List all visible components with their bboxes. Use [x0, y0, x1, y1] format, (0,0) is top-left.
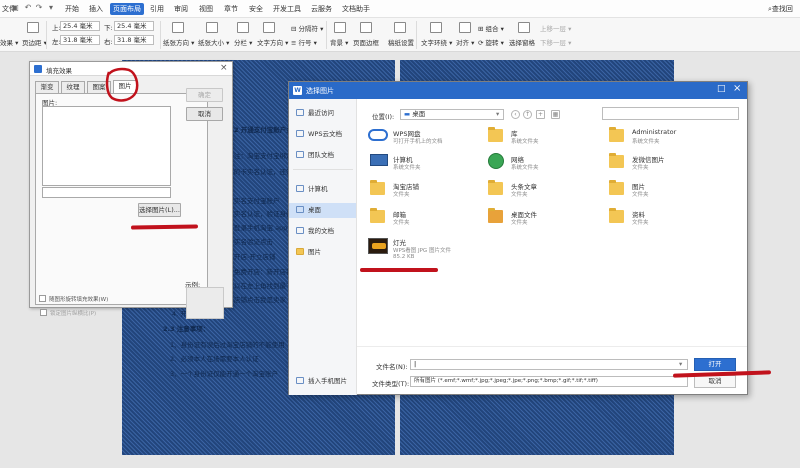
annotation-overlay — [105, 67, 139, 102]
annotation-circle — [105, 67, 139, 102]
annotation-underline — [360, 268, 438, 272]
